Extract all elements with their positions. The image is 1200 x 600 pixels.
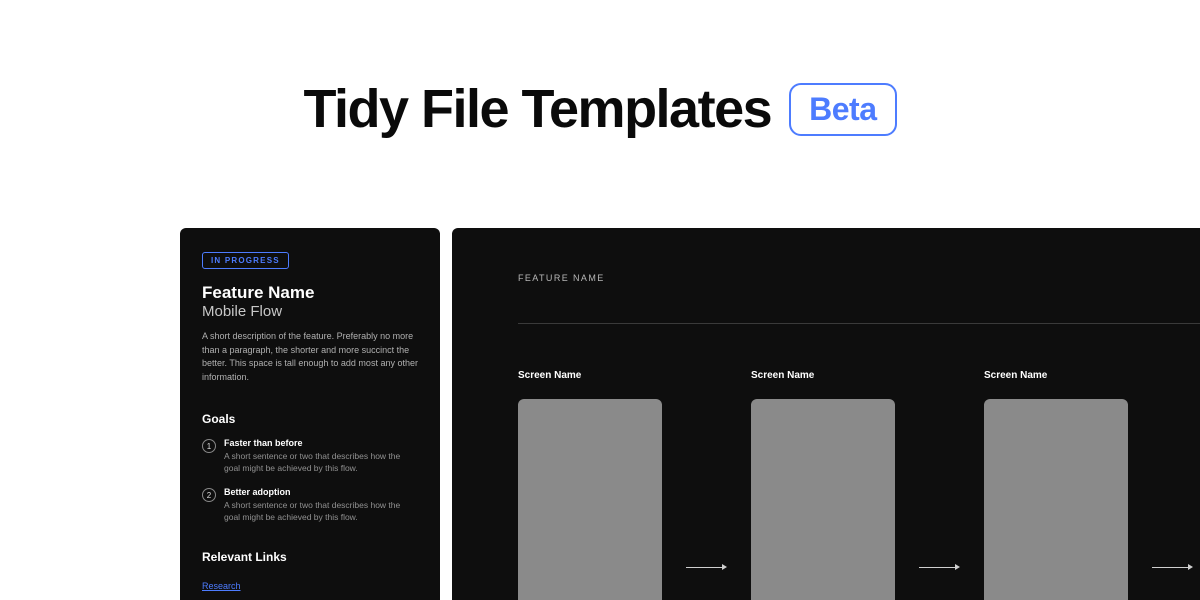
feature-description: A short description of the feature. Pref… bbox=[202, 330, 418, 384]
goal-description: A short sentence or two that describes h… bbox=[224, 451, 418, 475]
goal-item: 2 Better adoption A short sentence or tw… bbox=[202, 487, 418, 524]
flow-canvas-panel: FEATURE NAME Screen Name Screen Name bbox=[452, 228, 1200, 600]
goals-section: Goals 1 Faster than before A short sente… bbox=[202, 412, 418, 524]
goal-number-badge: 2 bbox=[202, 488, 216, 502]
arrow-right-icon bbox=[1152, 564, 1193, 570]
hero-header: Tidy File Templates Beta bbox=[0, 0, 1200, 198]
screen-column: Screen Name bbox=[984, 370, 1128, 600]
screen-label: Screen Name bbox=[518, 370, 662, 381]
links-section: Relevant Links Research bbox=[202, 550, 418, 594]
flow-arrow bbox=[919, 370, 960, 570]
goal-number-badge: 1 bbox=[202, 439, 216, 453]
feature-title: Feature Name bbox=[202, 283, 418, 303]
links-heading: Relevant Links bbox=[202, 550, 418, 564]
screen-label: Screen Name bbox=[751, 370, 895, 381]
goal-title: Faster than before bbox=[224, 438, 418, 448]
screen-column: Screen Name bbox=[751, 370, 895, 600]
feature-subtitle: Mobile Flow bbox=[202, 303, 418, 320]
screen-frame[interactable] bbox=[518, 399, 662, 600]
screen-frame[interactable] bbox=[984, 399, 1128, 600]
workspace: IN PROGRESS Feature Name Mobile Flow A s… bbox=[180, 228, 1200, 600]
flow-arrow bbox=[686, 370, 727, 570]
beta-badge: Beta bbox=[789, 83, 896, 136]
goal-body: Faster than before A short sentence or t… bbox=[224, 438, 418, 475]
goals-heading: Goals bbox=[202, 412, 418, 426]
research-link[interactable]: Research bbox=[202, 581, 241, 591]
goal-item: 1 Faster than before A short sentence or… bbox=[202, 438, 418, 475]
screen-label: Screen Name bbox=[984, 370, 1128, 381]
page-title: Tidy File Templates bbox=[303, 78, 771, 140]
goal-title: Better adoption bbox=[224, 487, 418, 497]
feature-info-panel: IN PROGRESS Feature Name Mobile Flow A s… bbox=[180, 228, 440, 600]
flow-arrow bbox=[1152, 370, 1193, 570]
arrow-right-icon bbox=[919, 564, 960, 570]
screen-frame[interactable] bbox=[751, 399, 895, 600]
canvas-eyebrow: FEATURE NAME bbox=[518, 273, 1200, 283]
divider bbox=[518, 323, 1200, 324]
goal-body: Better adoption A short sentence or two … bbox=[224, 487, 418, 524]
screen-column: Screen Name bbox=[518, 370, 662, 600]
arrow-right-icon bbox=[686, 564, 727, 570]
status-badge: IN PROGRESS bbox=[202, 252, 289, 269]
screens-row: Screen Name Screen Name Screen Name bbox=[518, 370, 1200, 600]
goal-description: A short sentence or two that describes h… bbox=[224, 500, 418, 524]
